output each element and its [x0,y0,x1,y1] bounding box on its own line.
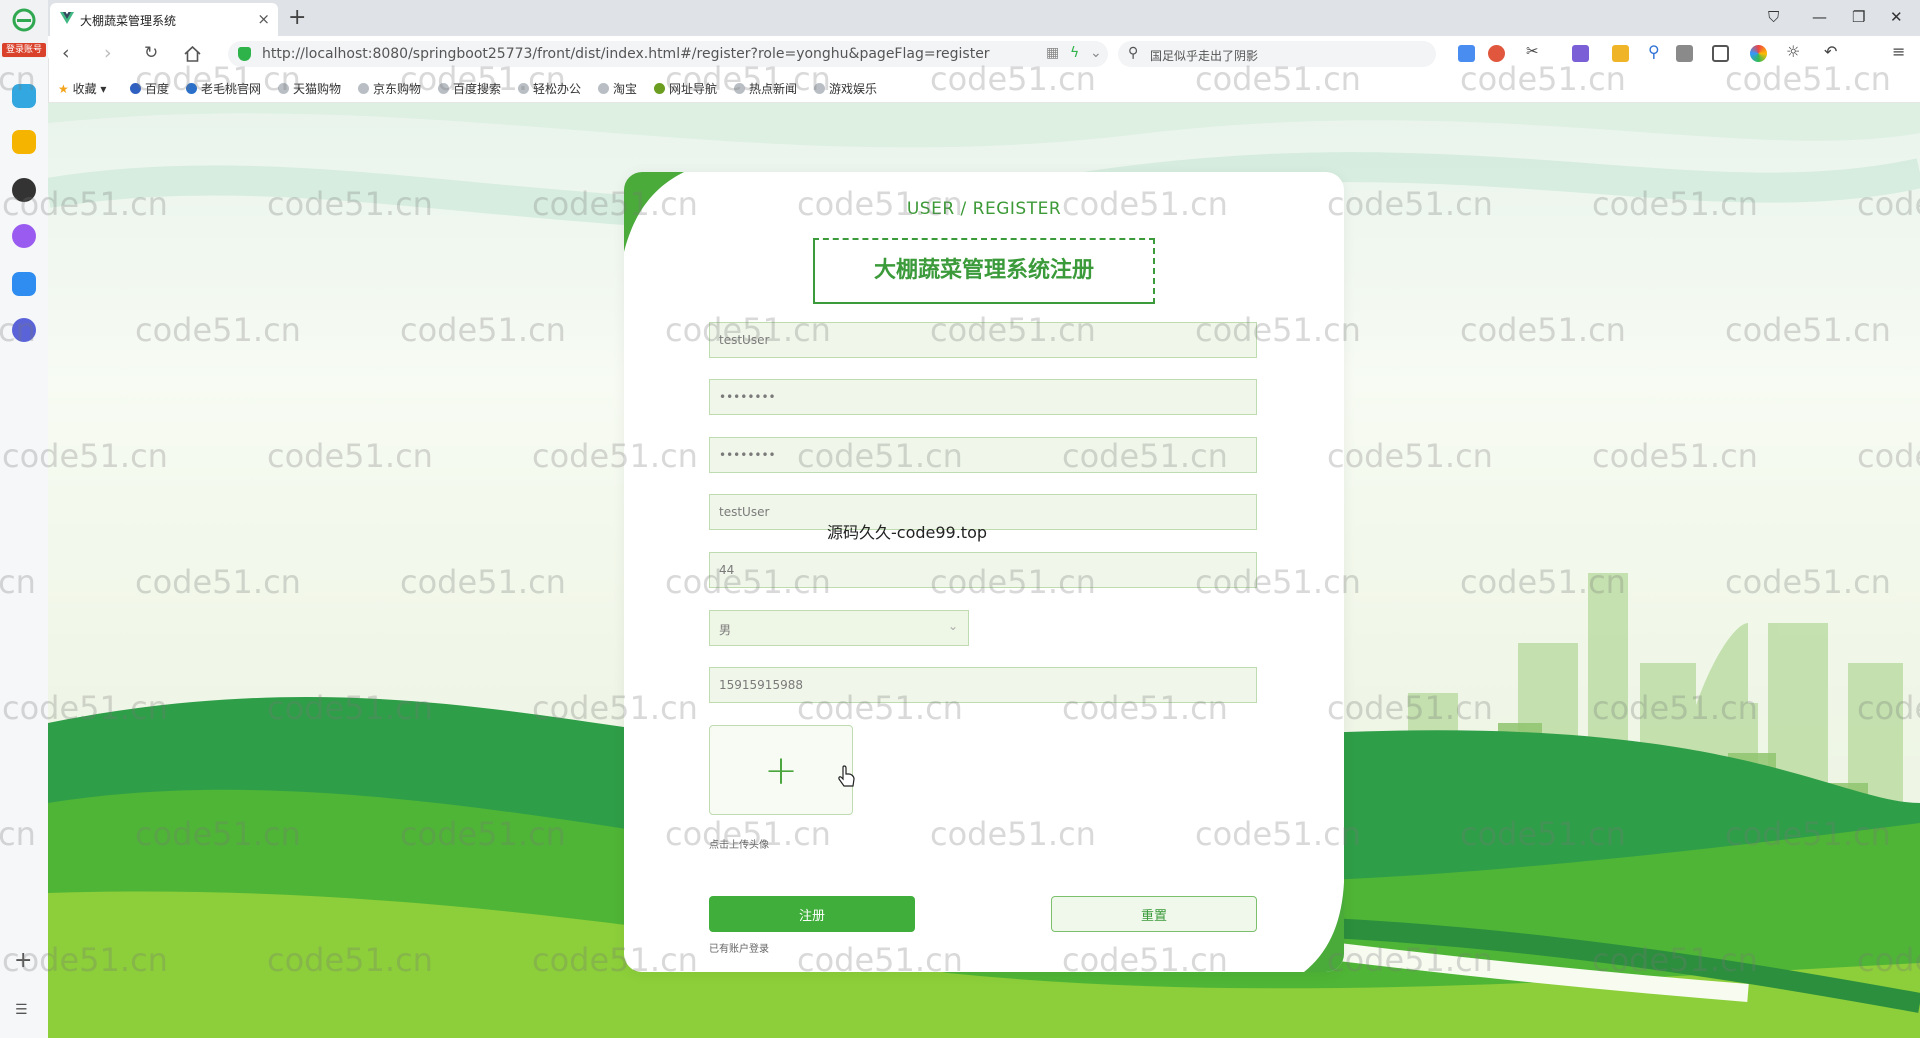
browser-sidebar: + ☰ [0,58,49,1038]
list-icon[interactable]: ☰ [15,1002,28,1018]
phone-input[interactable] [710,668,1256,702]
bookmark-item[interactable]: 老毛桃官网 [186,80,261,97]
bookmarks-bar: ★ 收藏 ▾ 百度 老毛桃官网 天猫购物 京东购物 百度搜索 轻松办公 淘宝 网… [48,72,1920,103]
globe-icon [518,83,529,94]
bookmark-item[interactable]: 天猫购物 [278,80,341,97]
dropdown-icon[interactable]: ⌄ [1090,45,1102,61]
bookmark-favorites[interactable]: ★ 收藏 ▾ [58,80,106,97]
brightness-icon[interactable]: ☼ [1786,42,1803,61]
bookmark-item[interactable]: 网址导航 [654,80,717,97]
age-input[interactable] [710,553,1256,587]
lightning-icon[interactable]: ϟ [1070,45,1079,61]
sidebar-bot-icon[interactable] [12,318,36,342]
login-badge: 登录账号 [2,43,46,57]
globe-icon [186,83,197,94]
star-icon: ★ [58,82,69,96]
search-placeholder: 国足似乎走出了阴影 [1150,49,1259,63]
card-corner-decoration [1304,882,1344,972]
forward-icon[interactable]: › [104,42,112,64]
register-subtitle: USER / REGISTER [906,199,1062,219]
apps-icon[interactable] [1712,45,1729,62]
plus-icon: + [764,748,798,794]
sidebar-star-icon[interactable] [12,130,36,154]
browser-logo[interactable]: 登录账号 [0,0,48,58]
extensions-icon[interactable] [1676,45,1693,62]
reload-icon[interactable]: ↻ [144,43,158,63]
weibo-icon[interactable] [1488,45,1505,62]
globe-icon [278,83,289,94]
scissors-icon[interactable]: ✂ [1526,42,1543,60]
search-icon: ⚲ [1128,45,1139,61]
register-title: 大棚蔬菜管理系统注册 [873,258,1094,283]
home-icon[interactable] [184,46,201,62]
bookmark-item[interactable]: 游戏娱乐 [814,80,877,97]
vue-favicon-icon [60,12,74,24]
close-window-button[interactable]: ✕ [1890,8,1903,26]
shield-icon [238,47,251,61]
menu-icon[interactable]: ≡ [1892,42,1909,61]
nav-icon [654,83,665,94]
age-field[interactable] [709,552,1257,588]
bookmark-item[interactable]: 京东购物 [358,80,421,97]
address-bar[interactable]: http://localhost:8080/springboot25773/fr… [228,41,1108,67]
minimize-button[interactable]: — [1812,8,1827,26]
bookmark-item[interactable]: 百度搜索 [438,80,501,97]
search-box[interactable]: ⚲ 国足似乎走出了阴影 [1118,41,1436,67]
plus-icon[interactable]: + [14,948,32,973]
password-field[interactable] [709,379,1257,415]
bookmark-item[interactable]: 百度 [130,80,169,97]
browser-titlebar: 大棚蔬菜管理系统 × + ⛉ — ❐ ✕ [0,0,1920,36]
password-input[interactable] [710,380,1256,414]
globe-icon [734,83,745,94]
upload-hint: 点击上传头像 [709,840,769,851]
reset-button[interactable]: 重置 [1051,896,1257,932]
bookmark-item[interactable]: 轻松办公 [518,80,581,97]
globe-icon [438,83,449,94]
magnifier-icon[interactable]: ⚲ [1648,42,1665,61]
register-card: USER / REGISTER 大棚蔬菜管理系统注册 男 ⌄ + 点击上传头像 [624,172,1344,972]
qr-icon[interactable]: ▦ [1046,45,1059,61]
login-link[interactable]: 已有账户登录 [709,940,769,955]
sidebar-ai2-icon[interactable] [12,272,36,296]
chevron-down-icon: ⌄ [947,619,958,633]
tab-close-icon[interactable]: × [257,10,270,28]
avatar-upload[interactable]: + [709,725,853,815]
new-tab-button[interactable]: + [288,5,306,30]
translate-icon[interactable] [1572,45,1589,62]
browser-toolbar: ‹ › ↻ http://localhost:8080/springboot25… [48,36,1920,72]
confirm-password-field[interactable] [709,437,1257,473]
phone-field[interactable] [709,667,1257,703]
mail-icon[interactable] [1458,45,1475,62]
globe-icon [358,83,369,94]
account-input[interactable] [710,323,1256,357]
hand-cursor-icon [838,765,855,787]
sex-select-value: 男 [719,623,732,637]
url-text[interactable]: http://localhost:8080/springboot25773/fr… [262,46,990,62]
shield-ext-icon[interactable] [1612,45,1629,62]
sex-select[interactable]: 男 ⌄ [709,610,969,646]
sidebar-app-icon[interactable] [12,84,36,108]
account-field[interactable] [709,322,1257,358]
sidebar-chat-icon[interactable] [12,178,36,202]
bookmark-item[interactable]: 热点新闻 [734,80,797,97]
shirt-icon[interactable]: ⛉ [1768,8,1779,26]
globe-icon [598,83,609,94]
tab-title: 大棚蔬菜管理系统 [80,14,177,28]
paw-icon [130,83,141,94]
sidebar-ai-icon[interactable] [12,224,36,248]
register-title-box: 大棚蔬菜管理系统注册 [813,238,1155,304]
browser-logo-icon [12,8,36,32]
register-button[interactable]: 注册 [709,896,915,932]
overlay-text: 源码久久-code99.top [827,523,988,542]
globe-icon [814,83,825,94]
page-background: USER / REGISTER 大棚蔬菜管理系统注册 男 ⌄ + 点击上传头像 [48,103,1920,1038]
back-icon[interactable]: ‹ [62,42,70,64]
confirm-password-input[interactable] [710,438,1256,472]
bookmark-item[interactable]: 淘宝 [598,80,637,97]
undo-icon[interactable]: ↶ [1824,42,1841,61]
restore-button[interactable]: ❐ [1852,8,1865,26]
browser-tab[interactable]: 大棚蔬菜管理系统 × [50,3,278,36]
colorful-icon[interactable] [1750,45,1767,62]
